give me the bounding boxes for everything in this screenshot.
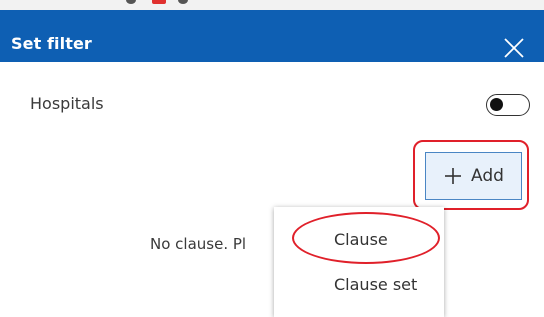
top-edge-dot [178, 0, 188, 4]
layer-filter-toggle[interactable] [486, 94, 530, 116]
menu-item-clause[interactable]: Clause [274, 221, 444, 257]
close-button[interactable] [500, 34, 528, 62]
window-top-strip [0, 0, 544, 10]
empty-state-message: No clause. Pl [150, 235, 247, 253]
plus-icon [445, 168, 462, 184]
top-edge-dot [126, 0, 136, 4]
layer-name-label: Hospitals [30, 94, 104, 113]
add-dropdown-menu: Clause Clause set [274, 207, 444, 317]
menu-item-clause-set[interactable]: Clause set [274, 266, 444, 302]
toggle-knob [490, 98, 503, 111]
add-button[interactable]: Add [425, 152, 522, 200]
close-icon [504, 38, 524, 58]
menu-item-label: Clause [334, 230, 388, 249]
top-edge-red-marker [152, 0, 166, 4]
menu-item-label: Clause set [334, 275, 418, 294]
add-button-label: Add [471, 166, 504, 186]
panel-title: Set filter [11, 34, 92, 53]
panel-header: Set filter [0, 10, 544, 62]
